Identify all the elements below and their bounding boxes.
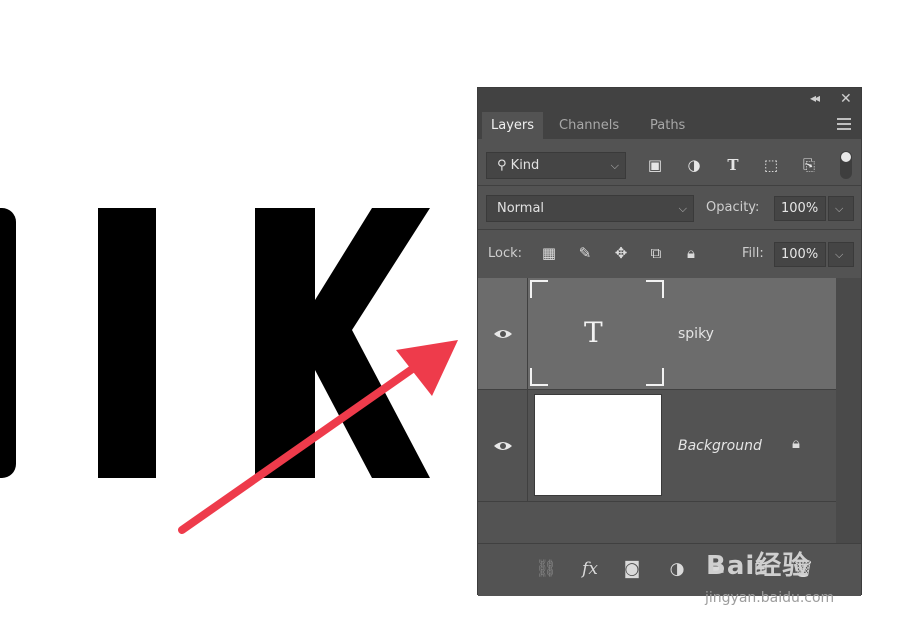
visibility-toggle[interactable] — [478, 278, 528, 389]
watermark-text: Bai经验 — [706, 551, 810, 581]
opacity-dropdown-button[interactable]: ⌵ — [828, 196, 854, 221]
tab-paths[interactable]: Paths — [641, 112, 694, 139]
tab-channels[interactable]: Channels — [550, 112, 628, 139]
type-layer-filter-icon[interactable]: T — [724, 157, 742, 173]
chevron-down-icon: ⌵ — [835, 248, 844, 261]
chevron-down-icon: ⌵ — [610, 159, 619, 172]
layer-name-background[interactable]: Background — [678, 438, 762, 454]
blend-mode-value: Normal — [497, 201, 545, 216]
watermark-url: jingyan.baidu.com — [705, 590, 835, 606]
panel-menu-icon[interactable] — [837, 118, 851, 131]
panel-tabs: Layers Channels Paths — [478, 112, 861, 139]
eye-icon — [494, 330, 512, 338]
chevron-down-icon: ⌵ — [835, 202, 844, 215]
lock-row: Lock: ▦ ✎ ✥ ⧉ 🔒︎ Fill: 100% ⌵ — [478, 230, 861, 277]
panel-title-bar: ◂◂ ✕ — [478, 88, 861, 112]
layer-thumbnail: T — [530, 280, 664, 386]
eye-icon — [494, 442, 512, 450]
collapse-icon[interactable]: ◂◂ — [810, 91, 820, 105]
chevron-down-icon: ⌵ — [678, 202, 687, 215]
adjustment-layer-filter-icon[interactable]: ◑ — [685, 157, 703, 173]
kind-label: Kind — [510, 158, 540, 173]
lock-label: Lock: — [488, 246, 523, 261]
fill-input[interactable]: 100% — [774, 242, 826, 267]
layer-thumbnail — [534, 394, 662, 496]
layers-panel: ◂◂ ✕ Layers Channels Paths ⚲ Kind ⌵ ▣ ◑ … — [477, 87, 862, 596]
layers-scrollbar[interactable] — [836, 278, 861, 543]
lock-image-pixels-icon[interactable]: ✎ — [576, 244, 594, 262]
filter-toggle[interactable] — [840, 151, 852, 179]
blend-mode-dropdown[interactable]: Normal ⌵ — [486, 195, 694, 222]
lock-all-icon[interactable]: 🔒︎ — [682, 244, 700, 262]
canvas-letter-k-stem — [255, 208, 315, 478]
smart-object-filter-icon[interactable]: ⎘ — [800, 157, 818, 173]
layer-row-spiky[interactable]: T spiky — [478, 278, 836, 390]
canvas-letter-p-partial — [0, 208, 16, 478]
watermark-logo: Bai经验 — [706, 545, 809, 582]
canvas-letter-k-arms — [315, 208, 430, 478]
pixel-layer-filter-icon[interactable]: ▣ — [646, 157, 664, 173]
filter-row: ⚲ Kind ⌵ ▣ ◑ T ⬚ ⎘ — [478, 139, 861, 184]
shape-layer-filter-icon[interactable]: ⬚ — [762, 157, 780, 173]
arrow-head — [396, 340, 458, 396]
fill-dropdown-button[interactable]: ⌵ — [828, 242, 854, 267]
layers-list: T spiky Background 🔒︎ — [478, 278, 836, 543]
text-layer-icon: T — [584, 316, 603, 349]
layer-lock-icon: 🔒︎ — [792, 434, 800, 452]
add-mask-icon[interactable]: ◙ — [619, 558, 645, 580]
search-icon: ⚲ — [497, 158, 507, 173]
opacity-input[interactable]: 100% — [774, 196, 826, 221]
adjustment-layer-icon[interactable]: ◑ — [664, 558, 690, 580]
visibility-toggle[interactable] — [478, 390, 528, 501]
fx-icon[interactable]: fx — [577, 558, 603, 580]
layer-row-background[interactable]: Background 🔒︎ — [478, 390, 836, 502]
layer-name-spiky[interactable]: spiky — [678, 326, 714, 342]
close-icon[interactable]: ✕ — [840, 91, 852, 107]
tab-layers[interactable]: Layers — [482, 112, 544, 139]
canvas-letter-i — [98, 208, 156, 478]
prevent-auto-nesting-icon[interactable]: ⧉ — [647, 244, 665, 262]
fill-label: Fill: — [742, 246, 764, 261]
opacity-label: Opacity: — [706, 200, 760, 215]
lock-position-icon[interactable]: ✥ — [612, 244, 630, 262]
link-layers-icon[interactable]: ⛓ — [533, 558, 559, 580]
blend-row: Normal ⌵ Opacity: 100% ⌵ — [478, 186, 861, 228]
lock-transparent-pixels-icon[interactable]: ▦ — [540, 244, 558, 262]
kind-filter-dropdown[interactable]: ⚲ Kind ⌵ — [486, 152, 626, 179]
